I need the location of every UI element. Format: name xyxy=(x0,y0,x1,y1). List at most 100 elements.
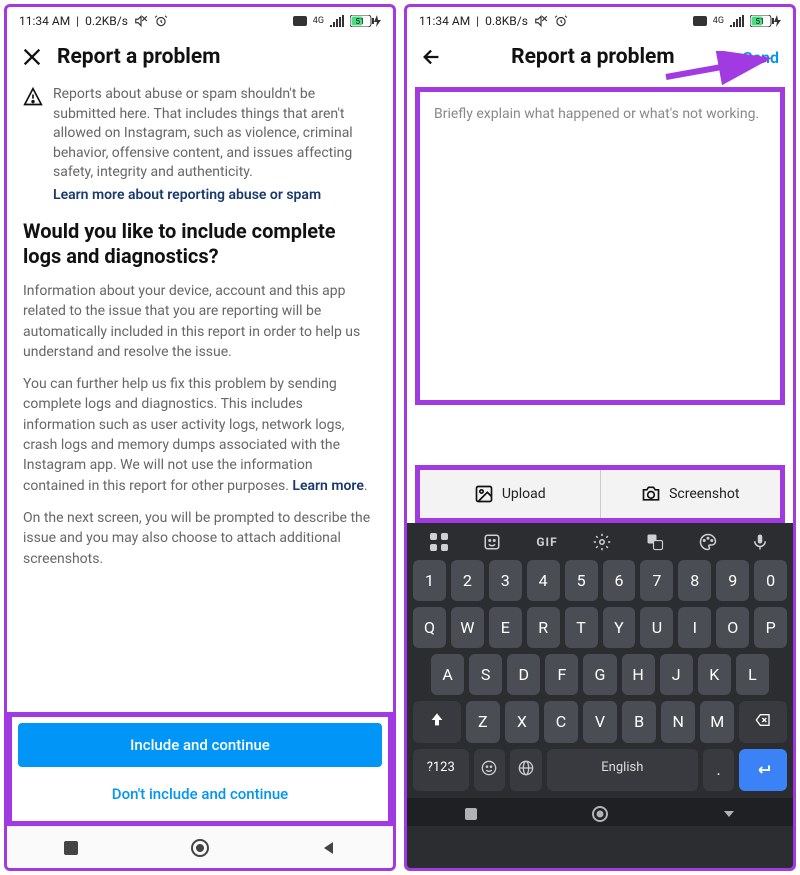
description-textarea[interactable] xyxy=(420,92,780,400)
nav-home-icon[interactable] xyxy=(191,839,209,857)
android-navbar xyxy=(7,826,393,868)
network-type: 4G xyxy=(313,16,324,26)
key-r[interactable]: R xyxy=(527,607,560,648)
soft-keyboard: GIF 1 2 3 4 5 6 7 8 9 0 Q W E R T Y U I xyxy=(407,523,793,868)
grid-icon[interactable] xyxy=(430,533,448,551)
volte-icon xyxy=(693,16,707,26)
status-net-speed: 0.8KB/s xyxy=(485,14,528,28)
key-v[interactable]: V xyxy=(583,701,617,743)
key-language[interactable] xyxy=(510,749,542,791)
nav-recent-icon[interactable] xyxy=(63,840,79,856)
key-8[interactable]: 8 xyxy=(678,560,711,601)
page-title: Report a problem xyxy=(57,45,379,69)
key-emoji[interactable] xyxy=(474,749,506,791)
bottom-buttons-highlight: Include and continue Don't include and c… xyxy=(7,712,393,826)
key-period[interactable]: . xyxy=(703,749,735,791)
key-z[interactable]: Z xyxy=(466,701,500,743)
key-y[interactable]: Y xyxy=(603,607,636,648)
image-icon xyxy=(474,484,494,504)
key-7[interactable]: 7 xyxy=(640,560,673,601)
key-enter[interactable] xyxy=(739,749,787,791)
status-bar: 11:34 AM | 0.8KB/s 4G 51 xyxy=(407,7,793,35)
key-5[interactable]: 5 xyxy=(565,560,598,601)
key-n[interactable]: N xyxy=(661,701,695,743)
svg-text:51: 51 xyxy=(756,17,765,26)
android-navbar xyxy=(407,798,793,826)
settings-icon[interactable] xyxy=(593,533,611,551)
nav-home-icon[interactable] xyxy=(592,806,608,822)
abuse-learn-more-link[interactable]: Learn more about reporting abuse or spam xyxy=(53,187,377,203)
sticker-icon[interactable] xyxy=(483,533,501,551)
key-w[interactable]: W xyxy=(451,607,484,648)
key-g[interactable]: G xyxy=(583,654,616,695)
key-6[interactable]: 6 xyxy=(603,560,636,601)
warning-icon xyxy=(23,87,43,107)
palette-icon[interactable] xyxy=(699,533,717,551)
key-0[interactable]: 0 xyxy=(754,560,787,601)
key-f[interactable]: F xyxy=(545,654,578,695)
key-symbols[interactable]: ?123 xyxy=(413,749,469,791)
nav-recent-icon[interactable] xyxy=(464,807,478,821)
key-u[interactable]: U xyxy=(640,607,673,648)
close-icon[interactable] xyxy=(21,46,43,68)
keyboard-row-2: Q W E R T Y U I O P xyxy=(411,604,789,651)
signal-icon xyxy=(330,15,344,27)
alarm-icon xyxy=(154,14,168,28)
phone-left: 11:34 AM | 0.2KB/s 4G 51 Report a proble… xyxy=(4,4,396,871)
mute-icon xyxy=(534,14,548,28)
key-l[interactable]: L xyxy=(736,654,769,695)
mic-icon[interactable] xyxy=(751,533,769,551)
phone-right: 11:34 AM | 0.8KB/s 4G 51 Report a proble… xyxy=(404,4,796,871)
key-k[interactable]: K xyxy=(698,654,731,695)
key-q[interactable]: Q xyxy=(413,607,446,648)
key-o[interactable]: O xyxy=(716,607,749,648)
key-s[interactable]: S xyxy=(469,654,502,695)
screenshot-label: Screenshot xyxy=(669,486,739,502)
description-textarea-highlight xyxy=(415,87,785,405)
keyboard-row-1: 1 2 3 4 5 6 7 8 9 0 xyxy=(411,557,789,604)
logs-heading: Would you like to include complete logs … xyxy=(7,207,393,275)
key-1[interactable]: 1 xyxy=(413,560,446,601)
screenshot-button[interactable]: Screenshot xyxy=(600,470,781,518)
attachment-actions-highlight: Upload Screenshot xyxy=(415,465,785,523)
abuse-info-block: Reports about abuse or spam shouldn't be… xyxy=(7,79,393,207)
back-arrow-icon[interactable] xyxy=(421,46,443,68)
key-e[interactable]: E xyxy=(489,607,522,648)
screen-header: Report a problem Send xyxy=(407,35,793,79)
key-space[interactable]: English xyxy=(547,749,698,791)
key-t[interactable]: T xyxy=(565,607,598,648)
nav-keyboard-down-icon[interactable] xyxy=(722,807,736,821)
translate-icon[interactable] xyxy=(646,533,664,551)
learn-more-link[interactable]: Learn more xyxy=(292,478,363,494)
volte-icon xyxy=(293,16,307,26)
key-h[interactable]: H xyxy=(622,654,655,695)
key-p[interactable]: P xyxy=(754,607,787,648)
upload-button[interactable]: Upload xyxy=(420,470,600,518)
key-x[interactable]: X xyxy=(505,701,539,743)
mute-icon xyxy=(134,14,148,28)
key-d[interactable]: D xyxy=(507,654,540,695)
key-3[interactable]: 3 xyxy=(489,560,522,601)
camera-icon xyxy=(641,484,661,504)
status-bar: 11:34 AM | 0.2KB/s 4G 51 xyxy=(7,7,393,35)
gif-button[interactable]: GIF xyxy=(536,535,557,549)
key-a[interactable]: A xyxy=(431,654,464,695)
key-shift[interactable] xyxy=(413,701,461,743)
key-backspace[interactable] xyxy=(739,701,787,743)
key-c[interactable]: C xyxy=(544,701,578,743)
send-button[interactable]: Send xyxy=(743,48,779,67)
key-j[interactable]: J xyxy=(660,654,693,695)
nav-back-icon[interactable] xyxy=(321,840,337,856)
key-b[interactable]: B xyxy=(622,701,656,743)
key-i[interactable]: I xyxy=(678,607,711,648)
network-type: 4G xyxy=(713,16,724,26)
signal-icon xyxy=(730,15,744,27)
key-4[interactable]: 4 xyxy=(527,560,560,601)
logs-para-1: Information about your device, account a… xyxy=(7,275,393,368)
include-continue-button[interactable]: Include and continue xyxy=(18,723,382,767)
keyboard-toolbar: GIF xyxy=(411,527,789,557)
dont-include-continue-button[interactable]: Don't include and continue xyxy=(18,773,382,815)
key-m[interactable]: M xyxy=(700,701,734,743)
key-9[interactable]: 9 xyxy=(716,560,749,601)
key-2[interactable]: 2 xyxy=(451,560,484,601)
